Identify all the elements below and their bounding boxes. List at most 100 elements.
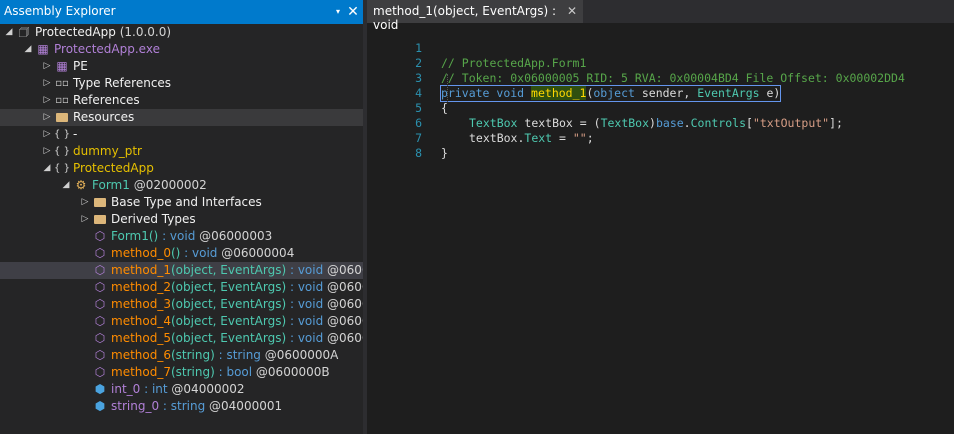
code-line: 2 // Token: 0x06000005 RID: 5 RVA: 0x000… [367, 41, 954, 85]
item-params: (object, EventArgs) [170, 297, 287, 311]
item-name: Form1 [92, 178, 130, 192]
tree-item-label: method_4(object, EventArgs) : void @0600… [111, 313, 363, 330]
private-method-icon: ⬡ [94, 348, 106, 362]
namespace-icon: { } [54, 146, 70, 157]
item-return-type: : void [286, 331, 324, 345]
tree-item[interactable]: ⬡ method_3(object, EventArgs) : void @060… [0, 296, 363, 313]
tree-item[interactable]: ▷ Resources [0, 109, 363, 126]
item-name: Derived Types [111, 212, 196, 226]
tree-item[interactable]: ▷{ } dummy_ptr [0, 143, 363, 160]
pe-icon: ▦ [56, 59, 68, 73]
tree-item-label: Type References [73, 75, 171, 92]
private-method-icon: ⬡ [94, 263, 106, 277]
tree-item[interactable]: ⬡ method_2(object, EventArgs) : void @060… [0, 279, 363, 296]
tree-item-label: ProtectedApp.exe [54, 41, 160, 58]
tree-item[interactable]: ⬢ string_0 : string @04000001 [0, 398, 363, 415]
expand-arrow-expanded-icon[interactable]: ◢ [42, 160, 52, 177]
item-name: Type References [73, 76, 172, 90]
tree-item[interactable]: ▷ ▦ PE [0, 58, 363, 75]
expand-arrow-expanded-icon[interactable]: ◢ [23, 41, 33, 58]
private-method-icon: ⬡ [94, 280, 106, 294]
item-name: method_0 [111, 246, 171, 260]
item-return-type: : void [286, 297, 324, 311]
tree-item[interactable]: ⬡ method_1(object, EventArgs) : void @060… [0, 262, 363, 279]
item-suffix: (1.0.0.0) [115, 25, 172, 39]
tree-item-label: string_0 : string @04000001 [111, 398, 282, 415]
expand-arrow-expanded-icon[interactable]: ◢ [61, 177, 71, 194]
tab-close-icon[interactable]: ✕ [567, 3, 579, 19]
tree-item-label: method_7(string) : bool @0600000B [111, 364, 330, 381]
tree-item[interactable]: ▷ ▫▫ References [0, 92, 363, 109]
item-name: dummy_ptr [73, 144, 142, 158]
tree-item[interactable]: ◢ ⚙ Form1 @02000002 [0, 177, 363, 194]
expand-arrow-collapsed-icon[interactable]: ▷ [42, 126, 52, 143]
folder-icon [92, 194, 108, 211]
item-name: ProtectedApp [73, 161, 154, 175]
tab-method-1[interactable]: method_1(object, EventArgs) : void ✕ [367, 0, 583, 32]
item-return-type: : void [286, 314, 324, 328]
code-line: 6 textBox.Text = ""; [367, 101, 954, 145]
close-icon[interactable]: ✕ [345, 3, 361, 21]
tree-item[interactable]: ⬡ method_5(object, EventArgs) : void @060… [0, 330, 363, 347]
tree-item[interactable]: ⬡ method_7(string) : bool @0600000B [0, 364, 363, 381]
tree-item[interactable]: ◢{ } ProtectedApp [0, 160, 363, 177]
tree-item-label: PE [73, 58, 88, 75]
namespace-icon: { } [54, 163, 70, 174]
expand-arrow-collapsed-icon[interactable]: ▷ [42, 109, 52, 126]
item-return-type: : string [159, 399, 206, 413]
tab-bar: method_1(object, EventArgs) : void ✕ [367, 0, 954, 32]
method-icon: ⬡ [94, 229, 106, 243]
tree-item[interactable]: ▷ Derived Types [0, 211, 363, 228]
expand-arrow-collapsed-icon[interactable]: ▷ [42, 75, 52, 92]
private-field-icon: ⬢ [94, 382, 106, 396]
assembly-explorer-panel: Assembly Explorer ▾ ✕ ◢ 🗇 ProtectedApp (1.… [0, 0, 363, 434]
tree-item[interactable]: ⬡ method_0() : void @06000004 [0, 245, 363, 262]
item-return-type: : bool [214, 365, 253, 379]
class-icon: ⚙ [75, 178, 87, 192]
item-name: PE [73, 59, 88, 73]
item-params: (string) [170, 348, 215, 362]
tree-item[interactable]: ◢ 🗇 ProtectedApp (1.0.0.0) [0, 24, 363, 41]
tree-item[interactable]: ▷ ▫▫ Type References [0, 75, 363, 92]
folder-icon [54, 109, 70, 126]
code-line: 5 TextBox textBox = (TextBox)base.Contro… [367, 86, 954, 130]
expand-arrow-collapsed-icon[interactable]: ▷ [42, 143, 52, 160]
panel-title: Assembly Explorer [4, 4, 116, 18]
item-name: Form1 [111, 229, 149, 243]
item-name: Resources [73, 110, 135, 124]
tree-item-label: int_0 : int @04000002 [111, 381, 245, 398]
expand-arrow-collapsed-icon[interactable]: ▷ [42, 58, 52, 75]
item-name: References [73, 93, 140, 107]
tree-item[interactable]: ▷ Base Type and Interfaces [0, 194, 363, 211]
item-name: int_0 [111, 382, 141, 396]
item-return-type: : string [214, 348, 261, 362]
item-params: (object, EventArgs) [170, 280, 287, 294]
tree-item[interactable]: ▷{ } - [0, 126, 363, 143]
private-method-icon: ⬡ [94, 297, 106, 311]
expand-arrow-collapsed-icon[interactable]: ▷ [80, 194, 90, 211]
private-method-icon: ⬡ [94, 246, 106, 260]
tree-item-label: Form1() : void @06000003 [111, 228, 272, 245]
references-icon: ▫▫ [55, 95, 69, 106]
item-params: (object, EventArgs) [170, 314, 287, 328]
tree-item-label: dummy_ptr [73, 143, 142, 160]
expand-arrow-collapsed-icon[interactable]: ▷ [80, 211, 90, 228]
item-suffix: @02000002 [129, 178, 207, 192]
tree-item[interactable]: ◢ ▦ ProtectedApp.exe [0, 41, 363, 58]
dropdown-icon[interactable]: ▾ [331, 4, 345, 20]
tree-item-label: Form1 @02000002 [92, 177, 207, 194]
item-name: method_7 [111, 365, 171, 379]
assembly-icon: 🗇 [18, 25, 30, 39]
item-return-type: : int [140, 382, 168, 396]
tree-item[interactable]: ⬡ method_6(string) : string @0600000A [0, 347, 363, 364]
item-name: method_2 [111, 280, 171, 294]
item-name: ProtectedApp [35, 25, 116, 39]
expand-arrow-expanded-icon[interactable]: ◢ [4, 24, 14, 41]
tree-item-label: ProtectedApp (1.0.0.0) [35, 24, 171, 41]
expand-arrow-collapsed-icon[interactable]: ▷ [42, 92, 52, 109]
tree-item-label: - [73, 126, 77, 143]
tree-item-label: Derived Types [111, 211, 196, 228]
tree-item[interactable]: ⬡ method_4(object, EventArgs) : void @060… [0, 313, 363, 330]
tree-item[interactable]: ⬡ Form1() : void @06000003 [0, 228, 363, 245]
tree-item[interactable]: ⬢ int_0 : int @04000002 [0, 381, 363, 398]
